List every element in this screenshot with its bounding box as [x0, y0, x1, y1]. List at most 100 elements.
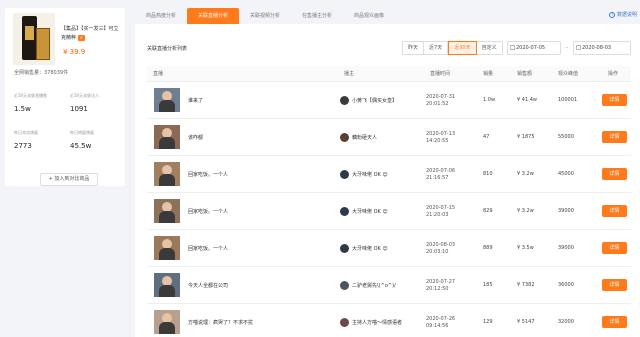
- detail-button[interactable]: 详情: [602, 94, 627, 106]
- tab-audience-profile[interactable]: 商品观众画像: [343, 8, 395, 24]
- live-title[interactable]: 回家吃饭。一个人: [188, 208, 228, 215]
- anchor-name[interactable]: 主持人方喵～情感语者: [352, 319, 417, 328]
- revenue-value: ¥ 5147: [517, 319, 535, 325]
- live-title[interactable]: 谁来了: [188, 97, 203, 104]
- peak-value: 39000: [558, 208, 574, 214]
- live-time: 2020-07-31 20:01:52: [426, 94, 456, 107]
- live-list-panel: 关联直播分析列表 昨天 近7天 近30天 自定义 2020-07-05 - 20…: [135, 24, 640, 337]
- range-yesterday[interactable]: 昨天: [403, 42, 425, 54]
- live-title[interactable]: 回家吃饭。一个人: [188, 245, 228, 252]
- range-7d[interactable]: 近7天: [424, 42, 449, 54]
- table-row: 回家吃饭。一个人 大牙味佬 OK 😊 2020-07-06 21:16:57 8…: [147, 156, 631, 193]
- bottle-shape: [22, 16, 37, 60]
- live-thumbnail[interactable]: [154, 199, 180, 223]
- sales-value: 47: [483, 134, 490, 140]
- add-to-compare-button[interactable]: + 加入到对比商品: [40, 173, 98, 186]
- sales-value: 185: [483, 282, 493, 288]
- revenue-value: ¥ 7382: [517, 282, 535, 288]
- live-time: 2020-08-03 20:03:10: [426, 242, 456, 255]
- date-start-input[interactable]: 2020-07-05: [507, 41, 561, 55]
- tab-video-analysis[interactable]: 关联视频分析: [239, 8, 291, 24]
- detail-button[interactable]: 详情: [602, 242, 627, 254]
- person-body: [159, 248, 175, 260]
- help-icon: ?: [609, 12, 616, 18]
- anchor-name[interactable]: 大牙味佬 OK 😊: [352, 245, 417, 254]
- live-thumbnail[interactable]: [154, 88, 180, 112]
- anchor-avatar: [340, 170, 349, 179]
- product-card: 【集品】【买一发三】可立克精粹 ↗ ¥ 39.9 全网销售量：378039件 近…: [5, 8, 125, 186]
- table-row: 回家吃饭。一个人 大牙味佬 OK 😊 2020-08-03 20:03:10 8…: [147, 230, 631, 267]
- revenue-value: ¥ 3.2w: [517, 171, 534, 177]
- range-selector: 昨天 近7天 近30天 自定义: [402, 41, 503, 55]
- person-body: [159, 174, 175, 186]
- peak-value: 100001: [558, 97, 578, 103]
- calendar-icon: [510, 45, 515, 50]
- col-revenue: 销售额: [517, 71, 533, 77]
- range-custom[interactable]: 自定义: [477, 42, 502, 54]
- revenue-value: ¥ 1875: [517, 134, 535, 140]
- person-body: [159, 211, 175, 223]
- peak-value: 45000: [558, 171, 574, 177]
- data-help-link[interactable]: ? 数据说明: [609, 11, 637, 18]
- anchor-name[interactable]: 大牙味佬 OK 😊: [352, 171, 417, 180]
- anchor-name[interactable]: 二驴老舅先\(^o^)/: [352, 282, 417, 291]
- tab-bar: 商品热度分析 关联直播分析 关联视频分析 在售播主分析 商品观众画像 ? 数据说…: [135, 8, 640, 24]
- peak-value: 36000: [558, 282, 574, 288]
- sales-value: 889: [483, 245, 493, 251]
- panel-title: 关联直播分析列表: [147, 46, 188, 52]
- stat-sales: 昨日销量增量 45.5w: [70, 130, 94, 150]
- live-thumbnail[interactable]: [154, 273, 180, 297]
- live-title[interactable]: 今天人全都在公司: [188, 282, 228, 289]
- detail-button[interactable]: 详情: [602, 168, 627, 180]
- sales-value: 810: [483, 171, 493, 177]
- anchor-name[interactable]: 藕粉砸天人: [352, 134, 417, 143]
- product-price: ¥ 39.9: [63, 48, 86, 56]
- live-thumbnail[interactable]: [154, 310, 180, 334]
- total-sales: 全网销售量：378039件: [14, 70, 69, 76]
- peak-value: 39000: [558, 245, 574, 251]
- external-link-icon[interactable]: ↗: [77, 34, 85, 41]
- live-title[interactable]: 回家吃饭。一个人: [188, 171, 228, 178]
- person-body: [159, 100, 175, 112]
- stat-views: 昨日浏览增量 2773: [14, 130, 38, 150]
- table-row: 方喵说理：疯哭了？不求不扰 主持人方喵～情感语者 2020-07-26 09:1…: [147, 304, 631, 337]
- live-thumbnail[interactable]: [154, 236, 180, 260]
- detail-button[interactable]: 详情: [602, 131, 627, 143]
- analysis-panel: 商品热度分析 关联直播分析 关联视频分析 在售播主分析 商品观众画像 ? 数据说…: [135, 8, 640, 337]
- tab-seller-analysis[interactable]: 在售播主分析: [291, 8, 343, 24]
- live-thumbnail[interactable]: [154, 125, 180, 149]
- date-end-input[interactable]: 2020-08-03: [573, 41, 631, 55]
- table-header: 直播 播主 直播时间 销量 销售额 观众峰值 操作: [147, 66, 631, 82]
- detail-button[interactable]: 详情: [602, 279, 627, 291]
- range-30d[interactable]: 近30天: [448, 41, 477, 55]
- person-body: [159, 137, 175, 149]
- anchor-avatar: [340, 207, 349, 216]
- stat-influencers: 近30天关联达人 1091: [70, 93, 100, 113]
- detail-button[interactable]: 详情: [602, 316, 627, 328]
- col-time: 直播时间: [430, 71, 451, 77]
- col-live: 直播: [153, 71, 164, 77]
- revenue-value: ¥ 3.2w: [517, 208, 534, 214]
- live-time: 2020-07-27 20:12:50: [426, 279, 456, 292]
- anchor-avatar: [340, 318, 349, 327]
- detail-button[interactable]: 详情: [602, 205, 627, 217]
- live-time: 2020-07-15 21:20:03: [426, 205, 456, 218]
- anchor-name[interactable]: 小黄飞【偶买女皇】: [352, 97, 417, 106]
- live-thumbnail[interactable]: [154, 162, 180, 186]
- product-title[interactable]: 【集品】【买一发三】可立克精粹 ↗: [61, 25, 121, 43]
- box-shape: [36, 28, 50, 60]
- live-title[interactable]: 该咋都: [188, 134, 203, 141]
- col-peak: 观众峰值: [558, 71, 579, 77]
- tab-live-analysis[interactable]: 关联直播分析: [187, 8, 239, 24]
- live-title[interactable]: 方喵说理：疯哭了？不求不扰: [188, 319, 253, 326]
- anchor-avatar: [340, 281, 349, 290]
- tab-product-heat[interactable]: 商品热度分析: [135, 8, 187, 24]
- anchor-avatar: [340, 244, 349, 253]
- stat-live-count: 近30天关联直播数 1.5w: [14, 93, 48, 113]
- anchor-name[interactable]: 大牙味佬 OK 😊: [352, 208, 417, 217]
- peak-value: 32000: [558, 319, 574, 325]
- anchor-avatar: [340, 96, 349, 105]
- table-row: 该咋都 藕粉砸天人 2020-07-13 14:20:55 47 ¥ 1875 …: [147, 119, 631, 156]
- date-separator: -: [566, 45, 568, 51]
- sales-value: 1.0w: [483, 97, 496, 103]
